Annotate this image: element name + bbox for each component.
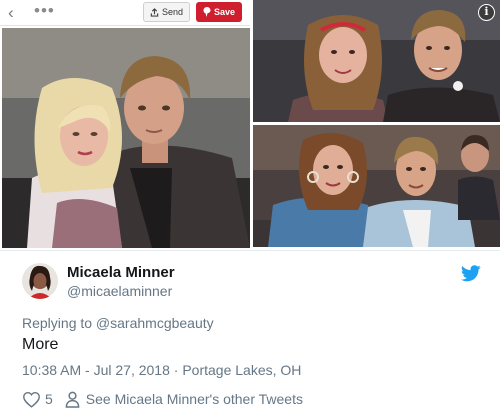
twitter-bird-icon[interactable] — [461, 265, 481, 282]
other-tweets-link[interactable]: See Micaela Minner's other Tweets — [86, 391, 303, 407]
display-name[interactable]: Micaela Minner — [67, 264, 175, 281]
embedded-tweet: Micaela Minner @micaelaminner Replying t… — [0, 250, 500, 417]
pinterest-toolbar: ‹ ••• Send Save — [0, 0, 250, 26]
couple-photo-bottom-right — [253, 125, 500, 247]
save-label: Save — [213, 7, 236, 17]
couple-photo-main — [2, 28, 250, 248]
tweet-actions: 5 See Micaela Minner's other Tweets — [22, 389, 303, 409]
like-count: 5 — [45, 391, 53, 407]
replying-to-text[interactable]: Replying to @sarahmcgbeauty — [22, 315, 214, 331]
send-button[interactable]: Send — [143, 2, 190, 22]
avatar[interactable] — [22, 263, 58, 299]
send-label: Send — [161, 7, 184, 17]
tweet-timestamp[interactable]: 10:38 AM - Jul 27, 2018 · Portage Lakes,… — [22, 362, 301, 378]
user-handle[interactable]: @micaelaminner — [67, 283, 172, 299]
person-icon — [65, 391, 80, 408]
info-icon[interactable]: i — [478, 4, 495, 21]
photo-collage: ‹ ••• Send Save i — [0, 0, 500, 250]
pin-icon — [203, 7, 211, 17]
tweet-text: More — [22, 336, 59, 353]
share-icon — [150, 7, 159, 17]
more-options-icon[interactable]: ••• — [34, 1, 55, 21]
save-button[interactable]: Save — [196, 2, 242, 22]
back-arrow-icon[interactable]: ‹ — [8, 3, 14, 23]
heart-icon[interactable] — [22, 391, 41, 408]
couple-photo-top-right — [253, 0, 500, 122]
